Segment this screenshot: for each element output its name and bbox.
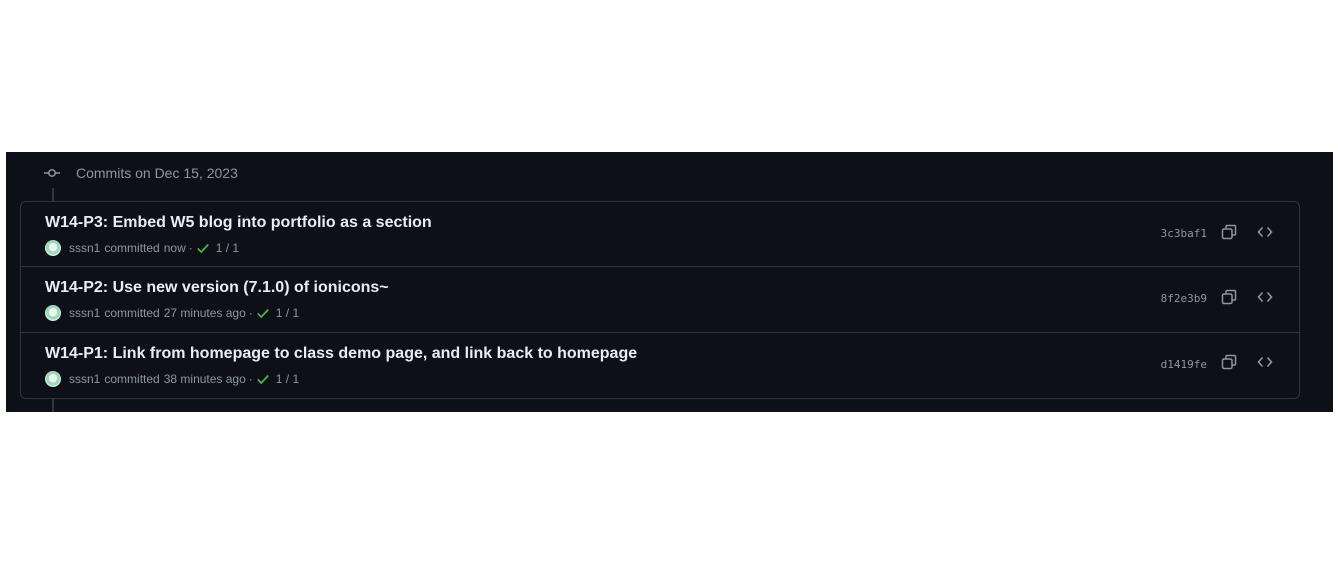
author-link[interactable]: sssn1 <box>69 241 100 255</box>
copy-icon <box>1221 289 1237 310</box>
browse-repo-button[interactable] <box>1255 355 1275 375</box>
git-commit-icon <box>44 165 60 181</box>
meta-separator: · <box>248 371 253 386</box>
code-icon <box>1257 354 1273 375</box>
check-icon[interactable] <box>256 372 270 386</box>
author-link[interactable]: sssn1 <box>69 372 100 386</box>
commit-group-title: Commits on Dec 15, 2023 <box>76 165 238 181</box>
copy-sha-button[interactable] <box>1219 289 1239 309</box>
check-icon[interactable] <box>256 306 270 320</box>
commit-time: now <box>163 241 186 255</box>
commit-row: W14-P2: Use new version (7.1.0) of ionic… <box>21 267 1299 333</box>
code-icon <box>1257 224 1273 245</box>
author-link[interactable]: sssn1 <box>69 306 100 320</box>
copy-sha-button[interactable] <box>1219 354 1239 375</box>
commit-verb: committed <box>104 371 160 386</box>
commit-history-panel: Commits on Dec 15, 2023 W14-P3: Embed W5… <box>6 152 1333 412</box>
timeline-line-bottom <box>52 399 54 412</box>
meta-separator: · <box>188 241 193 255</box>
commit-list: W14-P3: Embed W5 blog into portfolio as … <box>20 201 1300 399</box>
copy-sha-button[interactable] <box>1219 224 1239 244</box>
commit-time: 27 minutes ago <box>163 306 246 321</box>
checks-status[interactable]: 1 / 1 <box>276 372 299 386</box>
copy-icon <box>1221 224 1237 245</box>
meta-separator: · <box>248 306 253 321</box>
commit-sha-link[interactable]: 3c3baf1 <box>1161 227 1207 240</box>
check-icon[interactable] <box>196 241 210 255</box>
checks-status[interactable]: 1 / 1 <box>276 306 299 320</box>
commit-title-link[interactable]: W14-P1: Link from homepage to class demo… <box>45 345 637 363</box>
commit-meta: sssn1 committed 38 minutes ago · 1 / 1 <box>45 370 299 387</box>
avatar[interactable] <box>45 240 61 256</box>
timeline-line-top <box>52 188 54 202</box>
browse-repo-button[interactable] <box>1255 224 1275 244</box>
checks-status[interactable]: 1 / 1 <box>216 241 239 255</box>
commit-row: W14-P1: Link from homepage to class demo… <box>21 333 1299 398</box>
avatar[interactable] <box>45 370 61 387</box>
avatar[interactable] <box>45 305 61 322</box>
commit-sha-link[interactable]: d1419fe <box>1161 358 1207 371</box>
code-icon <box>1257 289 1273 310</box>
commit-sha-link[interactable]: 8f2e3b9 <box>1161 292 1207 305</box>
commit-meta: sssn1 committed 27 minutes ago · 1 / 1 <box>45 305 299 322</box>
commit-title-link[interactable]: W14-P2: Use new version (7.1.0) of ionic… <box>45 279 389 297</box>
commit-meta: sssn1 committed now · 1 / 1 <box>45 240 239 256</box>
commit-verb: committed <box>104 241 160 255</box>
commit-group-header: Commits on Dec 15, 2023 <box>44 163 238 183</box>
commit-time: 38 minutes ago <box>163 371 246 386</box>
copy-icon <box>1221 354 1237 375</box>
commit-verb: committed <box>104 306 160 321</box>
commit-row: W14-P3: Embed W5 blog into portfolio as … <box>21 202 1299 268</box>
commit-title-link[interactable]: W14-P3: Embed W5 blog into portfolio as … <box>45 214 432 232</box>
browse-repo-button[interactable] <box>1255 289 1275 309</box>
